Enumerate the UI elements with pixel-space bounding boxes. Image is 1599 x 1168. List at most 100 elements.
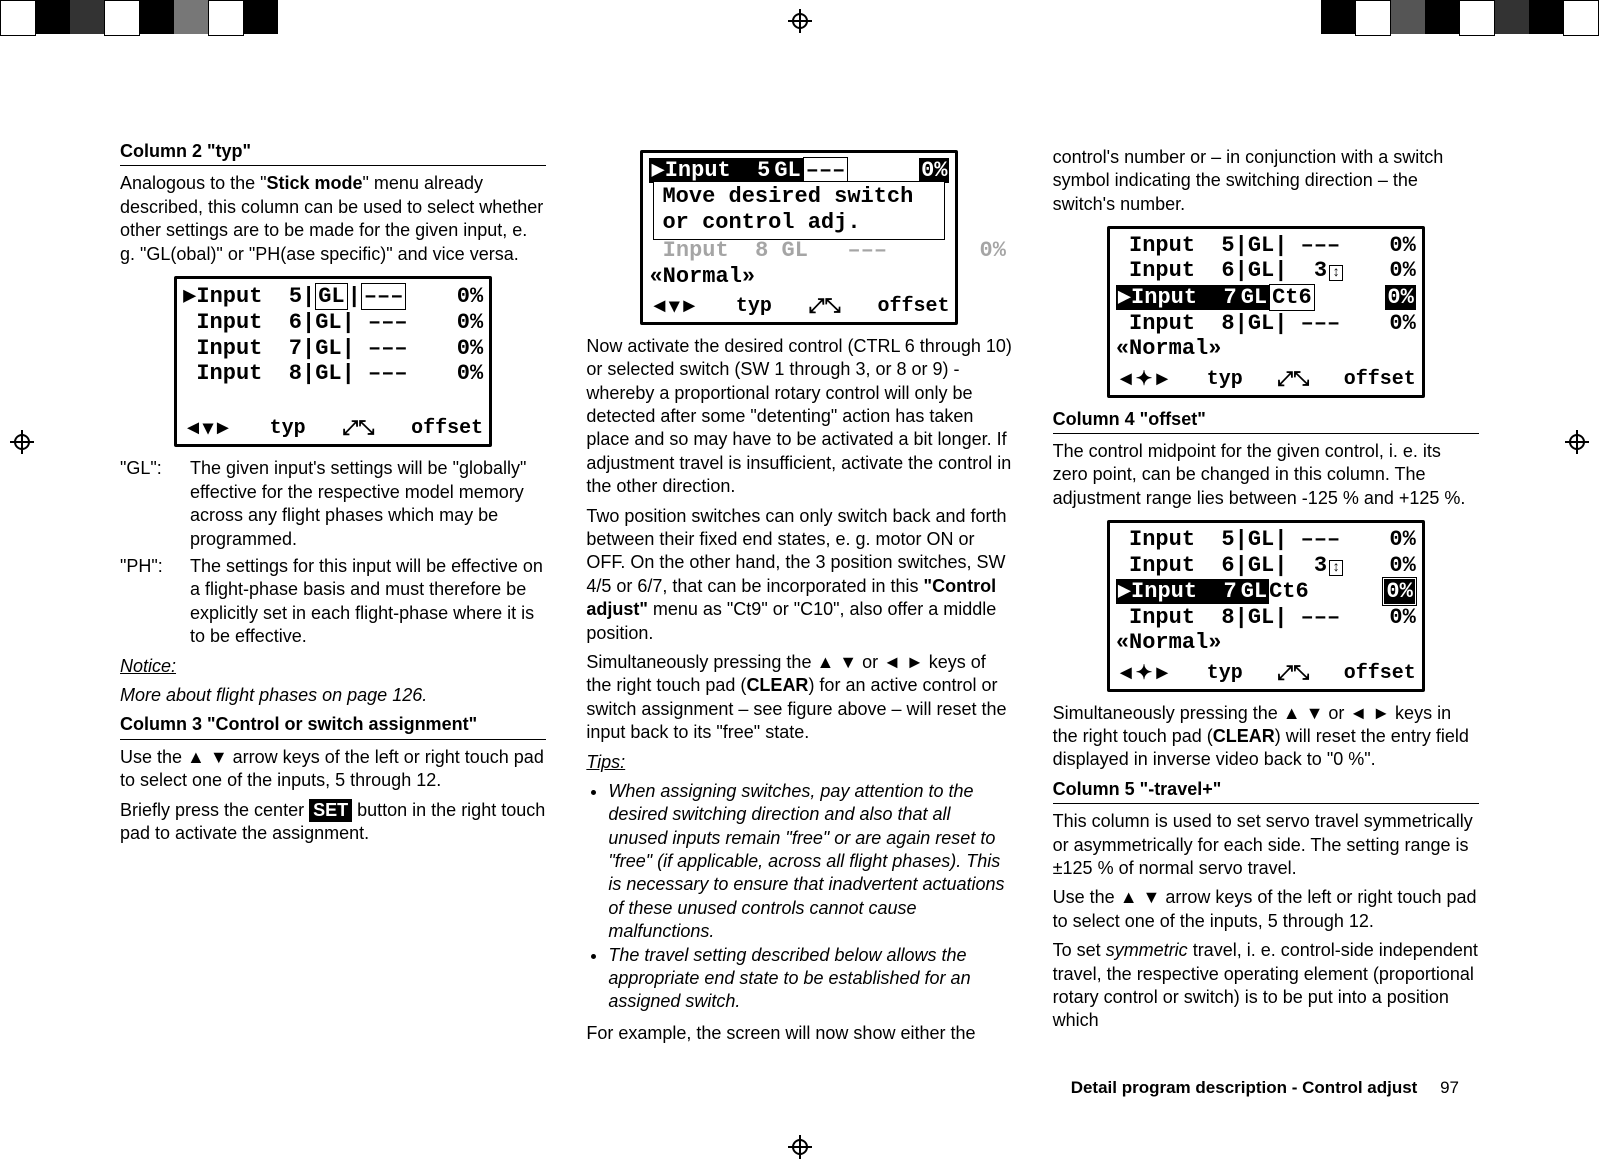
text: Analogous to the " bbox=[120, 173, 267, 193]
lcd-nav-icon: ◄✦► bbox=[1116, 662, 1172, 685]
lcd-cell: Input 8 bbox=[183, 361, 302, 386]
lcd-cell: ––– bbox=[1301, 233, 1341, 258]
heading-col2-typ: Column 2 "typ" bbox=[120, 140, 546, 166]
text-italic: symmetric bbox=[1106, 940, 1188, 960]
text-bold: CLEAR bbox=[1213, 726, 1275, 746]
lcd-cell: ▶Input 7 bbox=[1116, 285, 1239, 310]
lcd-cell: 0% bbox=[1389, 553, 1415, 578]
lcd-cell: 0% bbox=[1385, 285, 1415, 310]
notice-body: More about flight phases on page 126. bbox=[120, 684, 546, 707]
lcd-footer-label: typ bbox=[270, 417, 306, 440]
lcd-screen-offset: Input 5|GL| –––0% Input 6|GL| 30% ▶Input… bbox=[1107, 520, 1425, 691]
lcd-screen-move-switch: ▶Input 5GL –––0% Move desired switch or … bbox=[640, 150, 958, 325]
lcd-cell: 0% bbox=[457, 284, 483, 309]
registration-mark-right bbox=[1565, 430, 1589, 454]
lcd-cell: GL bbox=[315, 336, 341, 361]
lcd-footer-label: offset bbox=[877, 295, 949, 318]
list-item: The travel setting described below allow… bbox=[608, 944, 1012, 1014]
lcd-cell: 0% bbox=[1389, 311, 1415, 336]
lcd-screen-typ: ▶Input 5|GL|–––0% Input 6|GL| –––0% Inpu… bbox=[174, 276, 492, 447]
para-symmetric: To set symmetric travel, i. e. control-s… bbox=[1053, 939, 1479, 1033]
notice-label: Notice: bbox=[120, 656, 176, 676]
tips-list: When assigning switches, pay attention t… bbox=[586, 780, 1012, 1014]
lcd-footer-label: typ bbox=[1207, 662, 1243, 685]
lcd-screen-ct6: Input 5|GL| –––0% Input 6|GL| 30% ▶Input… bbox=[1107, 226, 1425, 397]
column-1: Column 2 "typ" Analogous to the "Stick m… bbox=[120, 140, 546, 1051]
lcd-cell: GL bbox=[1239, 579, 1269, 604]
lcd-cell: Input 8 bbox=[1116, 311, 1235, 336]
para-stickmode: Analogous to the "Stick mode" menu alrea… bbox=[120, 172, 546, 266]
lcd-cell: 0% bbox=[1389, 233, 1415, 258]
lcd-cell: Input 6 bbox=[1116, 258, 1235, 283]
para: Now activate the desired control (CTRL 6… bbox=[586, 335, 1012, 499]
lcd-cell: GL bbox=[1248, 605, 1274, 630]
lcd-message: or control adj. bbox=[662, 210, 936, 236]
text: menu as "Ct9" or "C10", also offer a mid… bbox=[586, 599, 996, 642]
registration-mark-top bbox=[0, 6, 1599, 36]
lcd-phase-label: «Normal» bbox=[1116, 630, 1416, 655]
para: control's number or – in conjunction wit… bbox=[1053, 146, 1479, 216]
lcd-cell: GL bbox=[1248, 258, 1274, 283]
definition: The given input's settings will be "glob… bbox=[190, 457, 546, 551]
para-set: Briefly press the center SET button in t… bbox=[120, 799, 546, 846]
lcd-nav-icon: ⤢⤡ bbox=[809, 295, 841, 318]
lcd-message: Move desired switch bbox=[662, 184, 936, 210]
para: For example, the screen will now show ei… bbox=[586, 1022, 1012, 1045]
lcd-nav-icon: ◄✦► bbox=[1116, 368, 1172, 391]
definition-gl: "GL": The given input's settings will be… bbox=[120, 457, 546, 551]
lcd-cell: GL bbox=[315, 310, 341, 335]
lcd-footer-label: typ bbox=[1207, 368, 1243, 391]
lcd-cell: GL bbox=[1248, 311, 1274, 336]
lcd-cell: 0% bbox=[1389, 258, 1415, 283]
lcd-cell: ▶Input 5 bbox=[649, 158, 772, 183]
lcd-cell: ––– bbox=[1301, 311, 1341, 336]
para-clear1: Simultaneously pressing the ▲ ▼ or ◄ ► k… bbox=[586, 651, 1012, 745]
list-item: When assigning switches, pay attention t… bbox=[608, 780, 1012, 944]
lcd-cell: GL bbox=[1248, 553, 1274, 578]
tips-label: Tips: bbox=[586, 752, 625, 772]
lcd-nav-icon: ⤢⤡ bbox=[1277, 368, 1309, 391]
lcd-nav-icon: ⤢⤡ bbox=[342, 417, 374, 440]
content-columns: Column 2 "typ" Analogous to the "Stick m… bbox=[120, 140, 1479, 1051]
lcd-nav-icon: ◄▾► bbox=[183, 417, 233, 440]
page-footer: Detail program description - Control adj… bbox=[1071, 1078, 1459, 1098]
lcd-cell: Input 7 bbox=[183, 336, 302, 361]
lcd-overlay-message: Move desired switch or control adj. bbox=[653, 181, 945, 240]
lcd-nav-icon: ◄▾► bbox=[649, 295, 699, 318]
column-3: control's number or – in conjunction wit… bbox=[1053, 140, 1479, 1051]
heading-col3-control: Column 3 "Control or switch assignment" bbox=[120, 713, 546, 739]
switch-icon bbox=[1327, 258, 1343, 283]
page-number: 97 bbox=[1440, 1078, 1459, 1097]
lcd-cell: Input 5 bbox=[1116, 527, 1235, 552]
lcd-cell: GL bbox=[1248, 233, 1274, 258]
lcd-cell: ––– bbox=[1301, 605, 1341, 630]
column-2: ▶Input 5GL –––0% Move desired switch or … bbox=[586, 140, 1012, 1051]
text-bold: CLEAR bbox=[746, 675, 808, 695]
lcd-cell: GL bbox=[315, 283, 347, 310]
lcd-cell: ▶Input 7 bbox=[1116, 579, 1239, 604]
para-clear2: Simultaneously pressing the ▲ ▼ or ◄ ► k… bbox=[1053, 702, 1479, 772]
definition: The settings for this input will be effe… bbox=[190, 555, 546, 649]
lcd-cell: ––– bbox=[361, 283, 407, 310]
lcd-footer-label: offset bbox=[1344, 368, 1416, 391]
para: The control midpoint for the given contr… bbox=[1053, 440, 1479, 510]
lcd-cell: Ct6 bbox=[1269, 579, 1309, 604]
lcd-cell: Ct6 bbox=[1269, 284, 1315, 311]
text-bold: Stick mode bbox=[267, 173, 363, 193]
para: This column is used to set servo travel … bbox=[1053, 810, 1479, 880]
lcd-cell: Input 5 bbox=[1116, 233, 1235, 258]
term: "PH": bbox=[120, 555, 190, 649]
lcd-cell: 0% bbox=[919, 158, 949, 183]
lcd-cell: 0% bbox=[1389, 605, 1415, 630]
lcd-cell: GL bbox=[772, 158, 802, 183]
text: To set bbox=[1053, 940, 1106, 960]
registration-mark-bottom bbox=[0, 1132, 1599, 1162]
lcd-cell: ––– bbox=[368, 310, 408, 335]
lcd-cell: ––– bbox=[368, 361, 408, 386]
lcd-cell: ––– bbox=[1301, 527, 1341, 552]
lcd-cell-selected: 0% bbox=[1383, 578, 1415, 605]
set-button-label: SET bbox=[309, 799, 352, 822]
definition-ph: "PH": The settings for this input will b… bbox=[120, 555, 546, 649]
lcd-cell: Input 6 bbox=[1116, 553, 1235, 578]
lcd-cell: 0% bbox=[1389, 527, 1415, 552]
